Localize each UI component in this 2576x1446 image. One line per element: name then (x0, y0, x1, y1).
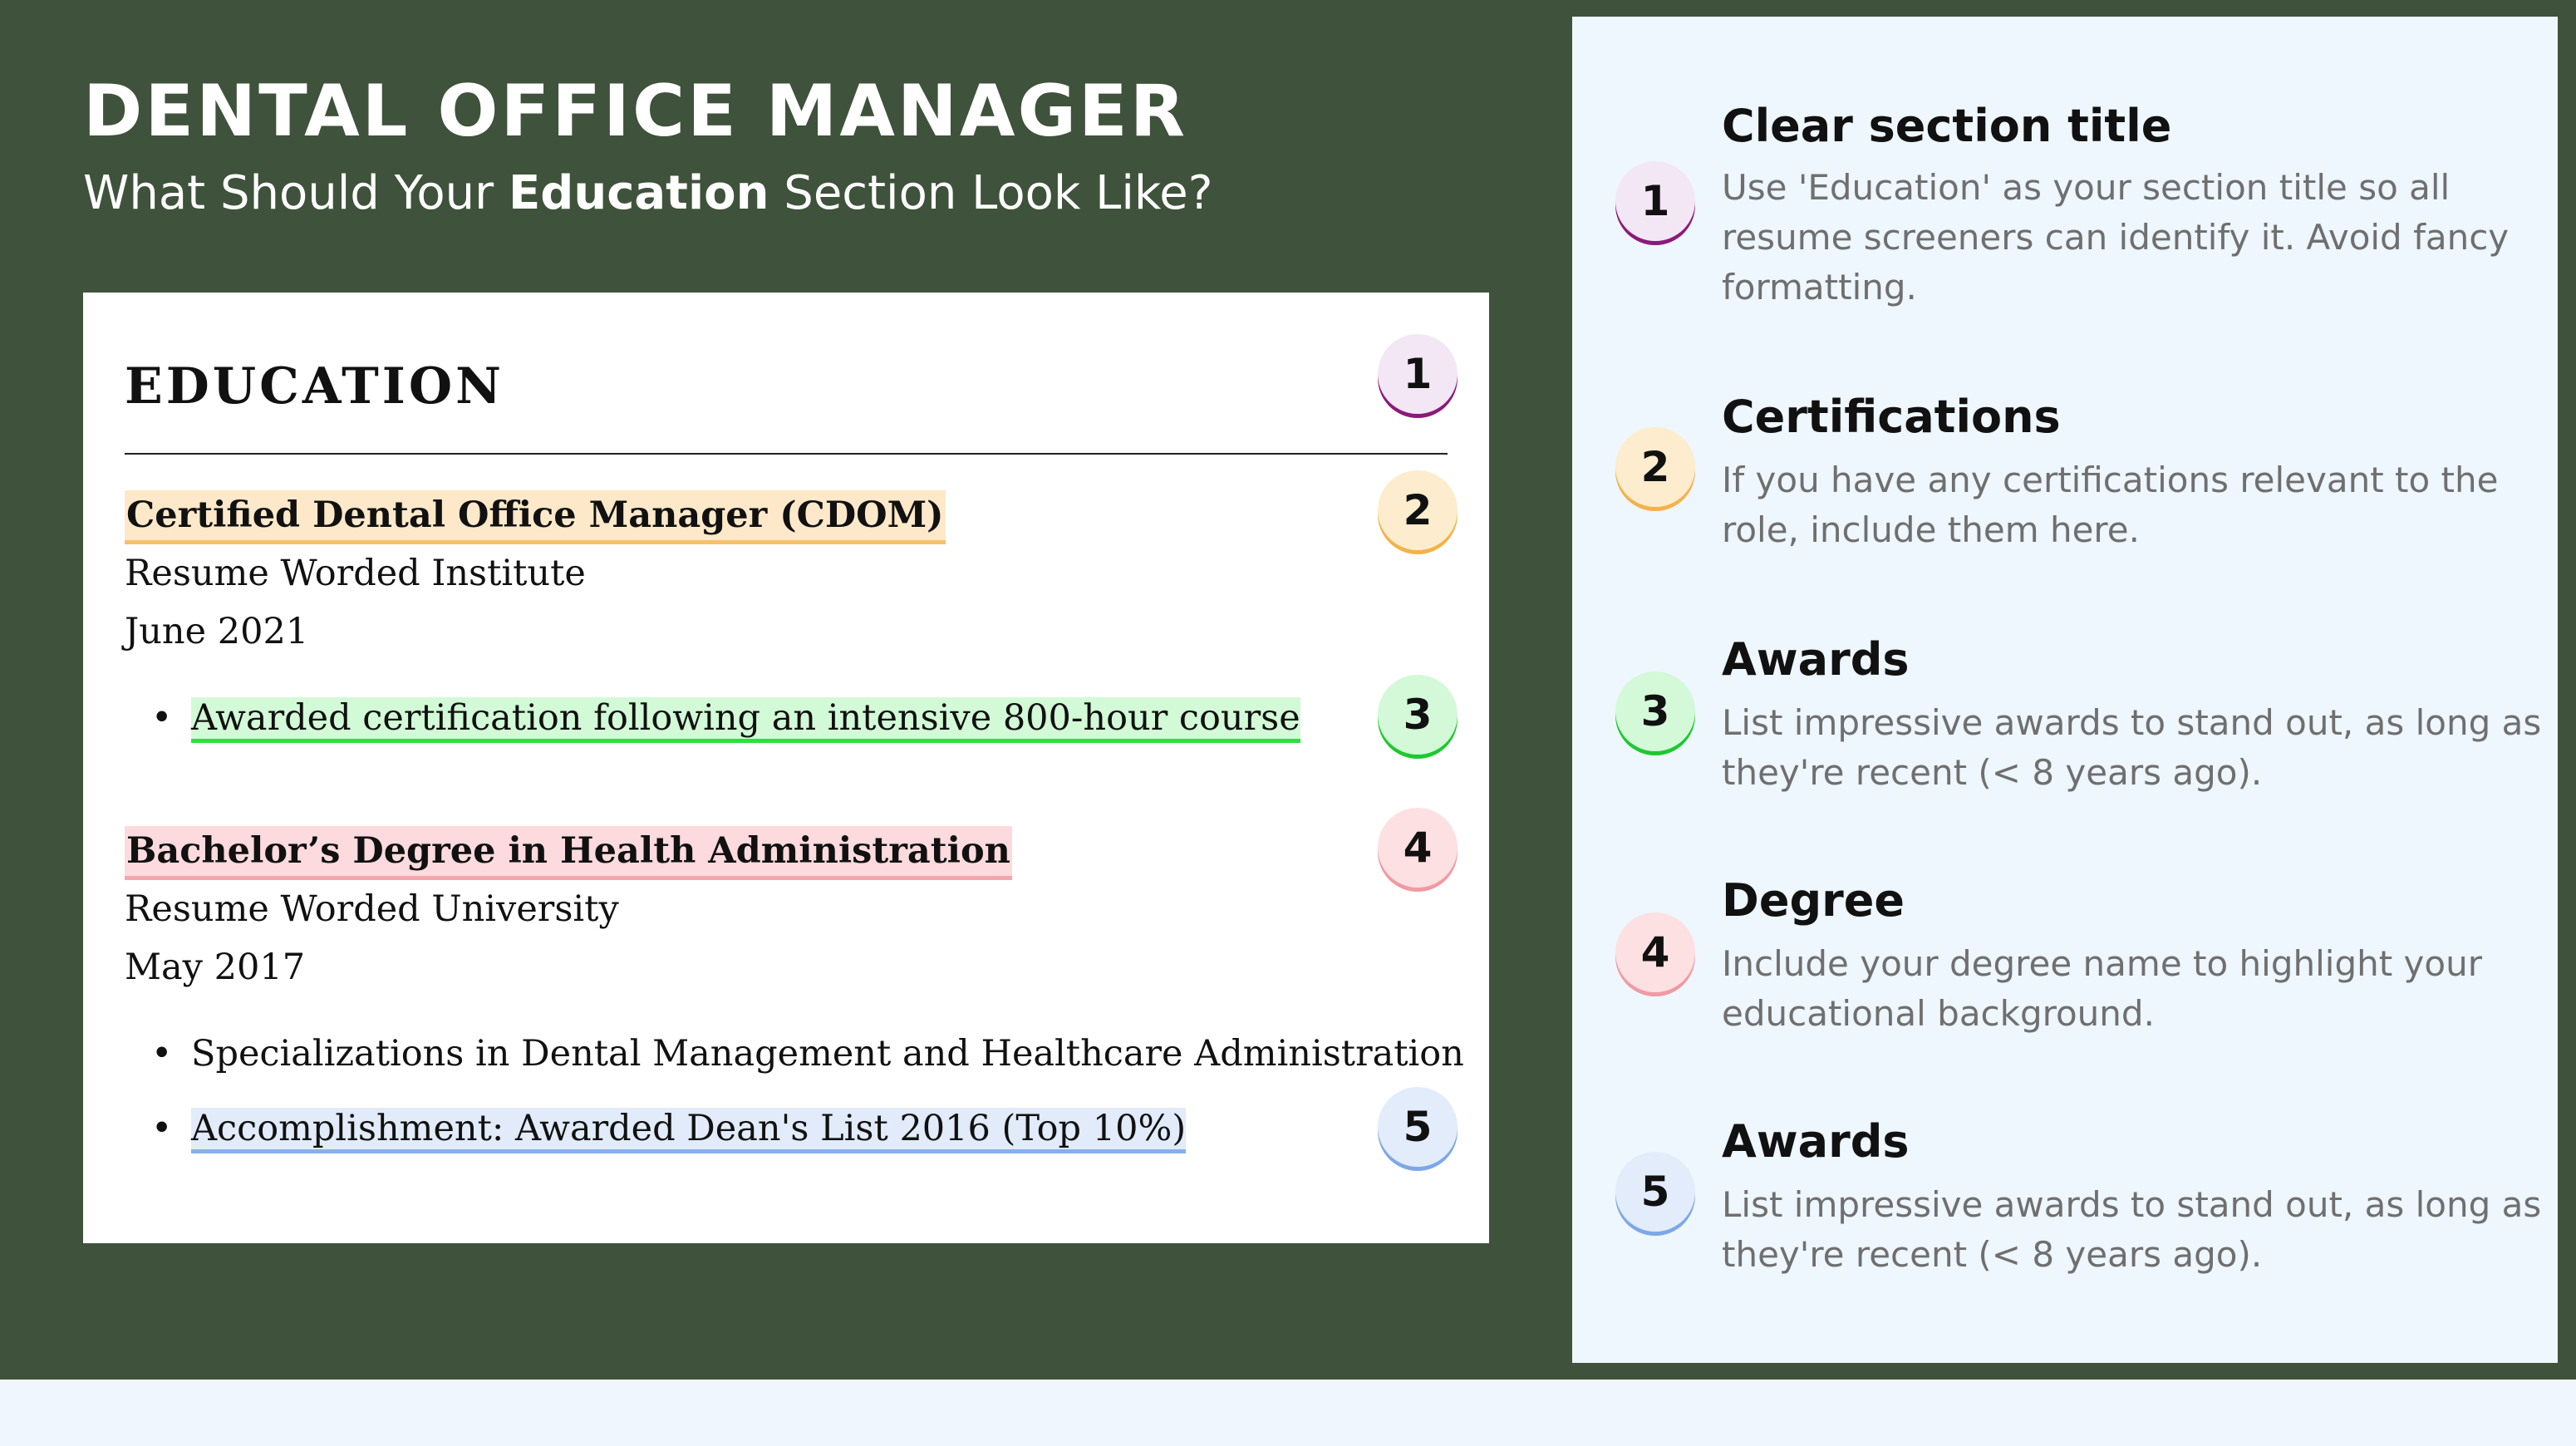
entry-title-degree: Bachelor’s Degree in Health Administrati… (125, 826, 1012, 880)
entry-institution-1: Resume Worded Institute (125, 553, 586, 594)
page-title: DENTAL OFFICE MANAGER (83, 70, 1188, 153)
bullet-text-specializations: Specializations in Dental Management and… (191, 1033, 1464, 1075)
tip-title: Degree (1722, 874, 1905, 927)
tip-badge-1: 1 (1615, 161, 1695, 241)
page-subtitle: What Should Your Education Section Look … (83, 166, 1212, 220)
tip-badge-3: 3 (1615, 671, 1695, 751)
tip-text: Use 'Education' as your section title so… (1722, 167, 2510, 307)
tip-badge-4: 4 (1615, 912, 1695, 992)
entry-date-1: June 2021 (125, 611, 309, 652)
bullet-text-award-certification: Awarded certification following an inten… (191, 697, 1300, 743)
entry-title-certification: Certified Dental Office Manager (CDOM) (125, 490, 946, 544)
education-heading: EDUCATION (125, 357, 504, 416)
tip-title: Clear section title (1722, 100, 2172, 152)
entry-institution-2: Resume Worded University (125, 888, 619, 930)
bullet-dot: • (151, 1033, 173, 1075)
subtitle-text-after: Section Look Like? (769, 166, 1213, 220)
tip-text: If you have any certifications relevant … (1722, 460, 2499, 550)
marker-badge-2: 2 (1378, 470, 1458, 550)
marker-badge-4: 4 (1378, 808, 1458, 888)
tip-title: Awards (1722, 1115, 1910, 1168)
bullet-item: • Awarded certification following an int… (151, 693, 1300, 743)
marker-badge-5: 5 (1378, 1087, 1458, 1167)
tip-text: Include your degree name to highlight yo… (1722, 943, 2482, 1034)
tip-badge-5: 5 (1615, 1152, 1695, 1232)
tip-title: Awards (1722, 633, 1910, 686)
subtitle-text-before: What Should Your (83, 166, 509, 220)
tips-panel: 1 Clear section title Use 'Education' as… (1572, 17, 2558, 1363)
bullet-item: • Accomplishment: Awarded Dean's List 20… (151, 1104, 1187, 1153)
tip-title: Certifications (1722, 391, 2061, 443)
heading-divider (125, 453, 1448, 455)
tip-text: List impressive awards to stand out, as … (1722, 702, 2542, 793)
resume-education-card: EDUCATION 1 Certified Dental Office Mana… (83, 293, 1489, 1243)
bullet-text-deans-list: Accomplishment: Awarded Dean's List 2016… (191, 1108, 1187, 1153)
marker-badge-3: 3 (1378, 675, 1458, 755)
tip-badge-2: 2 (1615, 427, 1695, 507)
bullet-dot: • (151, 1108, 173, 1149)
subtitle-bold-word: Education (508, 166, 769, 220)
tip-text: List impressive awards to stand out, as … (1722, 1184, 2542, 1275)
bullet-dot: • (151, 697, 173, 739)
entry-date-2: May 2017 (125, 947, 306, 988)
marker-badge-1: 1 (1378, 334, 1458, 414)
bullet-item: • Specializations in Dental Management a… (151, 1029, 1464, 1079)
